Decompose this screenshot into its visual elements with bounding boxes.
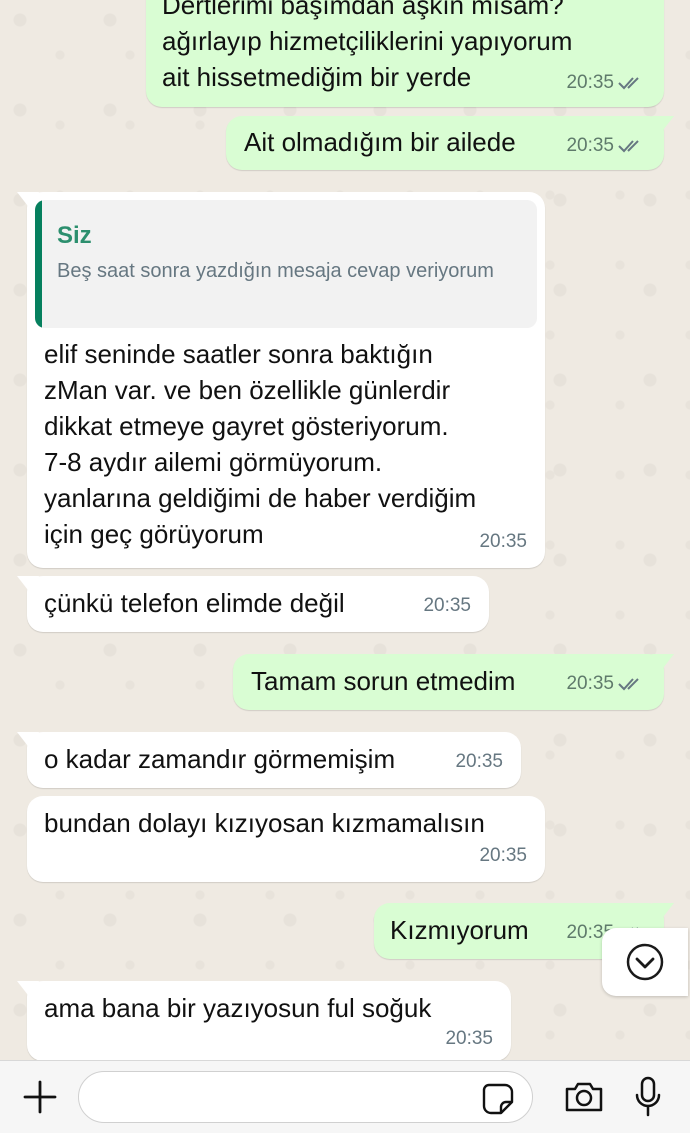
message-meta: 20:35: [423, 588, 471, 624]
quote-accent-bar: [35, 200, 42, 328]
message-text: elif seninde saatler sonra baktığın zMan…: [44, 339, 477, 549]
message-text: Ait olmadığım bir ailede: [244, 127, 516, 157]
quote-author: Siz: [57, 222, 92, 249]
message-meta: 20:35: [566, 666, 646, 702]
message-bubble-incoming[interactable]: Siz Beş saat sonra yazdığın mesaja cevap…: [17, 192, 545, 568]
message-text: ama bana bir yazıyosun ful soğuk: [44, 993, 432, 1023]
message-time: 20:35: [566, 135, 614, 156]
message-time: 20:35: [479, 531, 527, 552]
message-text: Tamam sorun etmedim: [251, 666, 516, 696]
double-check-icon: [618, 140, 639, 153]
message-time: 20:35: [423, 595, 471, 616]
message-meta: 20:35: [455, 744, 503, 780]
camera-icon: [565, 1082, 603, 1112]
quote-text: Beş saat sonra yazdığın mesaja cevap ver…: [57, 260, 494, 282]
message-time: 20:35: [566, 72, 614, 93]
quoted-message[interactable]: Siz Beş saat sonra yazdığın mesaja cevap…: [35, 200, 537, 328]
attach-button[interactable]: [18, 1075, 62, 1119]
message-bubble-incoming[interactable]: o kadar zamandır görmemişim 20:35: [17, 732, 521, 788]
message-time: 20:35: [455, 751, 503, 772]
message-meta: 20:35: [445, 1021, 493, 1057]
chevron-down-icon: [626, 943, 664, 981]
bubble-tail: [652, 116, 674, 134]
message-time: 20:35: [445, 1028, 493, 1049]
message-meta: 20:35: [566, 65, 646, 101]
double-check-icon: [618, 678, 639, 691]
message-input[interactable]: [78, 1071, 533, 1123]
bubble-tail: [652, 903, 674, 921]
bubble-tail: [17, 732, 39, 750]
message-bubble-outgoing[interactable]: Tamam sorun etmedim 20:35: [233, 654, 674, 710]
message-bubble-outgoing[interactable]: Dertlerimi başımdan aşkın mısam? ağırlay…: [146, 0, 664, 107]
message-bubble-incoming[interactable]: bundan dolayı kızıyosan kızmamalısın 20:…: [27, 796, 545, 882]
bubble-tail: [17, 981, 39, 999]
chat-area[interactable]: Dertlerimi başımdan aşkın mısam? ağırlay…: [0, 0, 690, 1060]
bubble-tail: [17, 576, 39, 594]
message-text: bundan dolayı kızıyosan kızmamalısın: [44, 808, 485, 838]
message-meta: 20:35: [566, 128, 646, 164]
voice-message-button[interactable]: [628, 1073, 668, 1121]
message-composer: [0, 1060, 690, 1133]
double-check-icon: [618, 77, 639, 90]
camera-button[interactable]: [560, 1075, 608, 1119]
message-text: o kadar zamandır görmemişim: [44, 744, 396, 774]
message-meta: 20:35: [479, 838, 527, 874]
message-time: 20:35: [566, 673, 614, 694]
message-meta: 20:35: [479, 524, 527, 560]
message-time: 20:35: [479, 845, 527, 866]
microphone-icon: [635, 1076, 661, 1117]
scroll-to-bottom-button[interactable]: [602, 928, 688, 996]
message-text: çünkü telefon elimde değil: [44, 588, 345, 618]
message-text: Kızmıyorum: [390, 915, 529, 945]
message-bubble-incoming[interactable]: çünkü telefon elimde değil 20:35: [17, 576, 489, 632]
sticker-icon: [482, 1083, 514, 1115]
sticker-button[interactable]: [478, 1079, 518, 1119]
message-bubble-incoming[interactable]: ama bana bir yazıyosun ful soğuk 20:35: [17, 981, 511, 1060]
plus-icon: [23, 1080, 57, 1114]
bubble-tail: [652, 654, 674, 672]
message-bubble-outgoing[interactable]: Ait olmadığım bir ailede 20:35: [226, 116, 674, 170]
